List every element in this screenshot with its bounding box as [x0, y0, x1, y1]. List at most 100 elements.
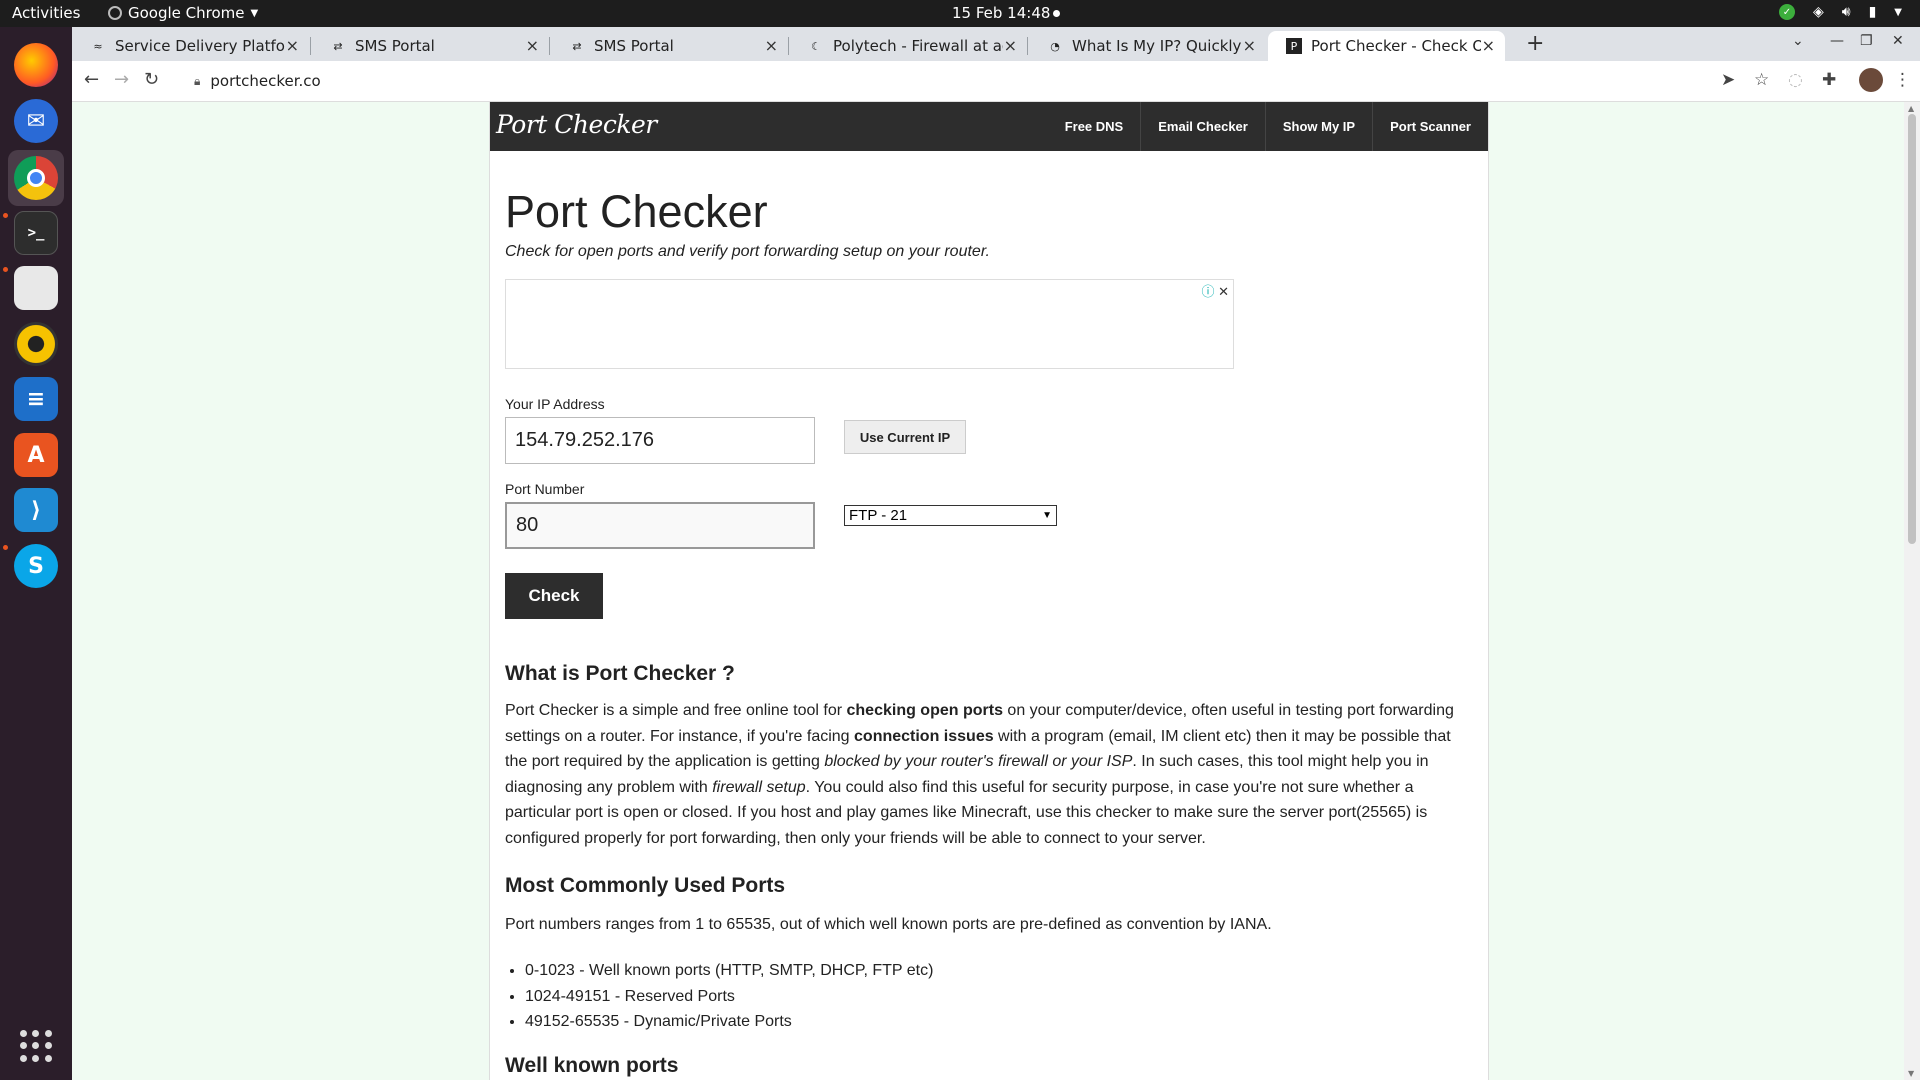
dock-chrome[interactable] [8, 150, 64, 206]
tab-favicon-icon: ⇄ [333, 39, 343, 53]
close-window-icon[interactable]: ✕ [1892, 33, 1904, 49]
dropdown-caret-icon: ▼ [1042, 510, 1052, 521]
chrome-app-icon [108, 6, 122, 20]
dock-software[interactable]: A [8, 427, 64, 483]
tab-title: SMS Portal [355, 37, 435, 55]
chevron-down-icon[interactable]: ▼ [1894, 7, 1902, 18]
tab-title: SMS Portal [594, 37, 674, 55]
ad-banner[interactable]: ⓘ ✕ [505, 279, 1234, 369]
port-preset-select[interactable]: FTP - 21 ▼ [844, 505, 1057, 526]
forward-icon[interactable]: → [114, 69, 129, 90]
scrollbar-thumb[interactable] [1908, 114, 1916, 544]
close-tab-icon[interactable]: × [1243, 36, 1256, 55]
close-tab-icon[interactable]: × [1482, 36, 1495, 55]
network-icon[interactable]: ◈ [1813, 4, 1824, 20]
well-known-heading: Well known ports [505, 1054, 679, 1077]
system-tray[interactable]: ✓ ◈ 🔊︎ ▮ ▼ [1778, 4, 1902, 20]
close-tab-icon[interactable]: × [1004, 36, 1017, 55]
rhythmbox-icon [14, 322, 58, 366]
nav-port-scanner[interactable]: Port Scanner [1372, 102, 1488, 151]
tab-separator [788, 37, 789, 55]
browser-tab[interactable]: P Port Checker - Check Oper× [1268, 31, 1505, 61]
tab-title: Polytech - Firewall at adm [833, 37, 1003, 55]
nav-free-dns[interactable]: Free DNS [1048, 102, 1141, 151]
tab-separator [310, 37, 311, 55]
browser-tab[interactable]: ⇄ SMS Portal × [312, 31, 549, 61]
activities-button[interactable]: Activities [12, 4, 80, 22]
scroll-down-icon[interactable]: ▼ [1908, 1069, 1914, 1078]
tab-search-icon[interactable]: ⌄ [1792, 33, 1804, 49]
back-icon[interactable]: ← [84, 69, 99, 90]
tab-title: Service Delivery Platform [115, 37, 285, 55]
terminal-icon: >_ [14, 211, 58, 255]
maximize-icon[interactable]: ❐ [1860, 33, 1873, 49]
extensions-puzzle-icon[interactable]: ✚ [1822, 70, 1836, 90]
kebab-menu-icon[interactable]: ⋮ [1894, 70, 1911, 90]
dock: ✉ >_ ≡ A ⟩ S [0, 27, 72, 1080]
nav-email-checker[interactable]: Email Checker [1140, 102, 1265, 151]
browser-tab[interactable]: ☾ Polytech - Firewall at adm× [790, 31, 1027, 61]
tab-title: Port Checker - Check Oper [1311, 37, 1481, 55]
volume-icon[interactable]: 🔊︎ [1842, 4, 1851, 20]
site-nav-links: Free DNS Email Checker Show My IP Port S… [1048, 102, 1488, 151]
page-scrollbar[interactable]: ▲ ▼ [1904, 102, 1920, 1080]
scroll-up-icon[interactable]: ▲ [1908, 104, 1914, 113]
port-number-input[interactable] [505, 502, 815, 549]
tab-favicon-icon: ⇄ [572, 39, 582, 53]
dock-files[interactable] [8, 260, 64, 316]
what-is-paragraph: Port Checker is a simple and free online… [505, 702, 1454, 847]
close-tab-icon[interactable]: × [526, 36, 539, 55]
caret-down-icon: ▼ [250, 7, 259, 19]
tab-separator [1027, 37, 1028, 55]
show-apps-icon[interactable] [20, 1030, 52, 1062]
site-container: Port Checker Free DNS Email Checker Show… [489, 102, 1489, 1080]
dock-writer[interactable]: ≡ [8, 371, 64, 427]
dock-skype[interactable]: S [8, 538, 64, 594]
minimize-icon[interactable]: — [1830, 33, 1844, 49]
use-current-ip-button[interactable]: Use Current IP [844, 420, 966, 454]
dock-vscode[interactable]: ⟩ [8, 482, 64, 538]
common-ports-heading: Most Commonly Used Ports [505, 874, 786, 897]
firefox-icon [14, 43, 58, 87]
close-tab-icon[interactable]: × [286, 36, 299, 55]
app-menu[interactable]: Google Chrome ▼ [108, 4, 258, 22]
dock-rhythmbox[interactable] [8, 316, 64, 372]
thunderbird-icon: ✉ [14, 99, 58, 143]
port-label: Port Number [505, 481, 585, 497]
chrome-icon [14, 156, 58, 200]
address-bar[interactable]: 🔒︎ portchecker.co [180, 65, 1780, 97]
new-tab-button[interactable]: + [1526, 31, 1544, 56]
profile-avatar[interactable] [1859, 68, 1883, 92]
browser-tab[interactable]: ⇄ SMS Portal × [551, 31, 788, 61]
tab-favicon-icon: ☾ [811, 39, 821, 53]
browser-tab[interactable]: ◔ What Is My IP? Quickly Se× [1029, 31, 1266, 61]
close-tab-icon[interactable]: × [765, 36, 778, 55]
ad-info-close-icon[interactable]: ⓘ ✕ [1201, 281, 1229, 300]
tab-strip: ≈Service Delivery Platform×⇄SMS Portal×⇄… [72, 27, 1920, 61]
clock[interactable]: 15 Feb 14:48 [952, 4, 1050, 22]
update-check-icon[interactable]: ✓ [1778, 4, 1795, 20]
common-ports-paragraph: Port numbers ranges from 1 to 65535, out… [505, 916, 1272, 933]
site-logo[interactable]: Port Checker [496, 110, 657, 139]
check-button[interactable]: Check [505, 573, 603, 619]
tab-title: What Is My IP? Quickly Se [1072, 37, 1242, 55]
browser-tab[interactable]: ≈ Service Delivery Platform× [72, 31, 309, 61]
lock-icon[interactable]: 🔒︎ [194, 74, 200, 89]
page-title: Port Checker [505, 186, 768, 237]
port-preset-value: FTP - 21 [849, 507, 908, 524]
dock-thunderbird[interactable]: ✉ [8, 93, 64, 149]
battery-icon[interactable]: ▮ [1869, 4, 1877, 20]
tab-favicon-icon: ◔ [1050, 39, 1060, 53]
dock-firefox[interactable] [8, 37, 64, 93]
dock-terminal[interactable]: >_ [8, 205, 64, 261]
nav-show-my-ip[interactable]: Show My IP [1264, 102, 1372, 151]
send-icon[interactable]: ➤ [1721, 70, 1735, 90]
bookmark-star-icon[interactable]: ☆ [1754, 70, 1769, 90]
tab-favicon-icon: ≈ [93, 39, 103, 53]
ip-label: Your IP Address [505, 396, 605, 412]
ip-address-input[interactable] [505, 417, 815, 464]
writer-icon: ≡ [14, 377, 58, 421]
reload-icon[interactable]: ↻ [144, 69, 159, 90]
port-ranges-list: 0-1023 - Well known ports (HTTP, SMTP, D… [525, 958, 933, 1035]
extension-icon[interactable]: ◌ [1788, 70, 1803, 90]
